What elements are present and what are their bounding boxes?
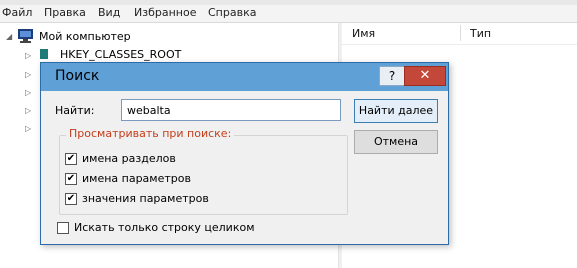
menu-file[interactable]: Файл [2,6,32,19]
search-options-title: Просматривать при поиске: [66,127,235,140]
folder-icon [40,49,48,59]
close-icon: ✕ [419,68,431,83]
window-title-strip [0,0,577,5]
checkbox-value-names[interactable]: ✔ [65,173,77,185]
find-input[interactable] [121,99,341,121]
dialog-title-bar[interactable]: Поиск ? ✕ [41,63,448,91]
menu-bar: Файл Правка Вид Избранное Справка [0,0,577,23]
checkbox-key-names[interactable]: ✔ [65,153,77,165]
dialog-title: Поиск [55,68,100,84]
checkbox-value-data-label[interactable]: значения параметров [82,192,209,205]
checkbox-value-names-label[interactable]: имена параметров [82,172,191,185]
help-icon: ? [388,69,396,83]
computer-icon [18,29,33,43]
expand-arrow-icon[interactable]: ▷ [25,51,31,60]
help-button[interactable]: ? [379,66,405,86]
collapse-arrow-icon[interactable]: ◢ [6,32,12,41]
expand-arrow-icon[interactable]: ▷ [25,70,31,79]
close-button[interactable]: ✕ [404,66,446,86]
tree-item-hkey-classes-root[interactable]: HKEY_CLASSES_ROOT [60,48,181,61]
expand-arrow-icon[interactable]: ▷ [25,106,31,115]
cancel-button[interactable]: Отмена [354,130,438,154]
menu-help[interactable]: Справка [208,6,256,19]
tree-root-label[interactable]: Мой компьютер [39,30,131,43]
menu-view[interactable]: Вид [98,6,120,19]
column-header-type[interactable]: Тип [470,27,491,40]
expand-arrow-icon[interactable]: ▷ [25,124,31,133]
menu-edit[interactable]: Правка [44,6,86,19]
menu-favorites[interactable]: Избранное [134,6,196,19]
checkbox-key-names-label[interactable]: имена разделов [82,152,176,165]
checkbox-whole-string-label[interactable]: Искать только строку целиком [74,221,255,234]
checkbox-whole-string[interactable] [57,222,69,234]
find-dialog: Поиск ? ✕ Найти: Найти далее Отмена Прос… [40,62,449,245]
expand-arrow-icon[interactable]: ▷ [25,88,31,97]
header-divider [342,44,577,45]
find-next-button[interactable]: Найти далее [354,99,438,123]
column-header-name[interactable]: Имя [352,27,375,40]
checkbox-value-data[interactable]: ✔ [65,193,77,205]
column-separator[interactable] [460,25,461,41]
find-label: Найти: [55,104,95,117]
